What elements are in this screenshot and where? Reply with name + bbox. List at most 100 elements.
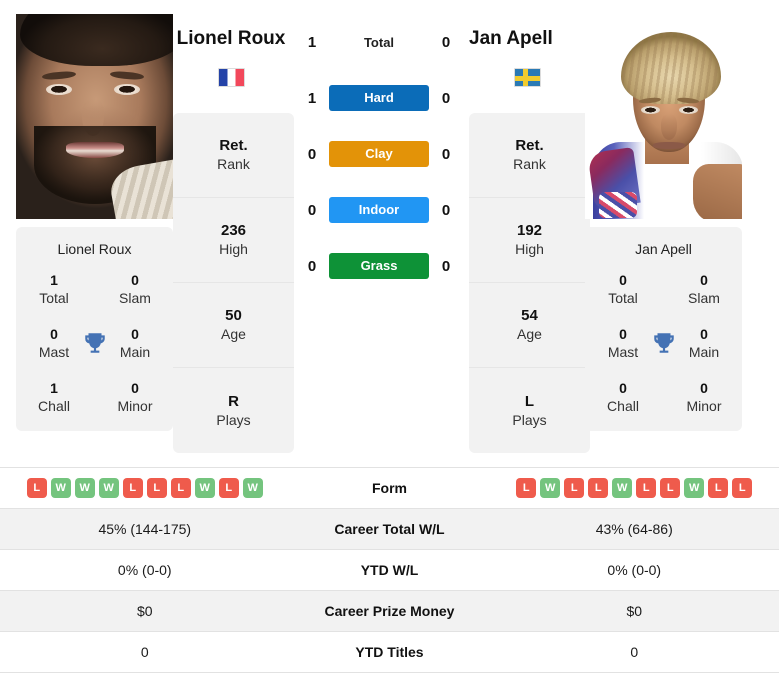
form-chip-l: L (660, 478, 681, 498)
titles-item: 0 Main (119, 326, 151, 360)
stat-row: 45% (144-175) Career Total W/L 43% (64-8… (0, 509, 779, 550)
surface-badge-grass[interactable]: Grass (329, 253, 429, 279)
h2h-label: Total (363, 34, 395, 50)
h2h-row-clay: 0 Clay 0 (289, 140, 469, 168)
flag-sweden-icon (513, 68, 541, 87)
left-player-photo-column: Lionel Roux 1 Total 0 Slam 0 Mast 0 Main… (16, 14, 173, 431)
surface-badge-indoor[interactable]: Indoor (329, 197, 429, 223)
right-titles-heading: Jan Apell (635, 241, 692, 257)
h2h-row-hard: 1 Hard 0 (289, 84, 469, 112)
form-chip-w: W (242, 478, 263, 498)
info-cell: L Plays (512, 392, 547, 428)
stat-row: 0% (0-0) YTD W/L 0% (0-0) (0, 550, 779, 591)
left-player-name[interactable]: Lionel Roux (173, 28, 289, 50)
left-stat-value: 45% (144-175) (98, 521, 192, 537)
stat-label: YTD W/L (360, 562, 419, 578)
left-stat-value: 0 (140, 644, 149, 660)
titles-item: 0 Mast (607, 326, 639, 360)
right-stat-value: 43% (64-86) (595, 521, 673, 537)
h2h-right-score: 0 (441, 145, 451, 163)
titles-item: 1 Total (39, 272, 69, 306)
right-player-photo-column: Jan Apell 0 Total 0 Slam 0 Mast 0 Main 0… (585, 14, 742, 431)
left-titles-card: Lionel Roux 1 Total 0 Slam 0 Mast 0 Main… (16, 227, 173, 431)
flag-france-icon (217, 68, 245, 87)
stat-label: Career Total W/L (334, 521, 445, 537)
right-info-column: Ret. Rank 192 High 54 Age L Plays (469, 87, 590, 453)
info-cell: Ret. Rank (173, 113, 294, 198)
info-cell: 192 High (469, 198, 590, 283)
h2h-row-indoor: 0 Indoor 0 (289, 196, 469, 224)
h2h-row-grass: 0 Grass 0 (289, 252, 469, 280)
titles-item: 0 Slam (688, 272, 720, 306)
h2h-left-score: 1 (307, 89, 317, 107)
left-stat-value: 0% (0-0) (117, 562, 172, 578)
titles-row: 0 Total 0 Slam (595, 271, 732, 307)
info-cell: 54 Age (469, 283, 590, 368)
titles-item: 0 Chall (607, 380, 639, 414)
titles-row: 1 Total 0 Slam (26, 271, 163, 307)
form-chip-w: W (50, 478, 71, 498)
info-cell: Ret. Rank (469, 113, 590, 198)
form-chip-w: W (540, 478, 561, 498)
left-player-header: Lionel Roux Ret. Rank 236 High 50 Age R … (173, 14, 294, 453)
right-player-header: Jan Apell Ret. Rank 192 High 54 Age L Pl… (469, 14, 590, 453)
stat-label: Career Prize Money (324, 603, 455, 619)
stat-label: YTD Titles (355, 644, 424, 660)
h2h-right-score: 0 (441, 201, 451, 219)
right-player-name[interactable]: Jan Apell (469, 28, 585, 50)
right-stat-value: 0% (0-0) (607, 562, 662, 578)
titles-item: 0 Total (608, 272, 638, 306)
info-cell: 236 High (173, 198, 294, 283)
stat-row: 0 YTD Titles 0 (0, 632, 779, 673)
comparison-header: Lionel Roux 1 Total 0 Slam 0 Mast 0 Main… (0, 0, 779, 453)
titles-item: 0 Minor (117, 380, 153, 414)
titles-item: 0 Slam (119, 272, 151, 306)
h2h-right-score: 0 (441, 33, 451, 51)
titles-item: 0 Mast (38, 326, 70, 360)
left-info-column: Ret. Rank 236 High 50 Age R Plays (173, 87, 294, 453)
form-chip-l: L (564, 478, 585, 498)
form-chip-l: L (516, 478, 537, 498)
h2h-left-score: 0 (307, 201, 317, 219)
h2h-right-score: 0 (441, 89, 451, 107)
right-stat-value: 0 (630, 644, 639, 660)
info-cell: 50 Age (173, 283, 294, 368)
h2h-right-score: 0 (441, 257, 451, 275)
titles-row: 1 Chall 0 Minor (26, 379, 163, 415)
stat-row-form: LWWWLLLWLW Form LWLLWLLWLL (0, 468, 779, 509)
right-info-card: Ret. Rank 192 High 54 Age L Plays (469, 113, 590, 453)
form-chip-l: L (122, 478, 143, 498)
h2h-row-total: 1 Total 0 (289, 28, 469, 56)
form-chip-l: L (26, 478, 47, 498)
right-titles-card: Jan Apell 0 Total 0 Slam 0 Mast 0 Main 0… (585, 227, 742, 431)
form-chip-l: L (146, 478, 167, 498)
h2h-left-score: 0 (307, 257, 317, 275)
form-chip-l: L (636, 478, 657, 498)
form-chip-w: W (74, 478, 95, 498)
surface-badge-hard[interactable]: Hard (329, 85, 429, 111)
left-info-card: Ret. Rank 236 High 50 Age R Plays (173, 113, 294, 453)
right-stat-value: $0 (626, 603, 643, 619)
form-chip-l: L (170, 478, 191, 498)
right-titles-column: Jan Apell 0 Total 0 Slam 0 Mast 0 Main 0… (585, 219, 742, 431)
trophy-icon (653, 333, 674, 353)
left-stat-value: $0 (136, 603, 153, 619)
surface-badge-clay[interactable]: Clay (329, 141, 429, 167)
titles-item: 0 Main (688, 326, 720, 360)
form-chip-l: L (588, 478, 609, 498)
titles-item: 0 Minor (686, 380, 722, 414)
form-chip-l: L (732, 478, 753, 498)
form-chip-l: L (218, 478, 239, 498)
stat-row: $0 Career Prize Money $0 (0, 591, 779, 632)
left-form-strip: LWWWLLLWLW (26, 478, 263, 498)
form-chip-w: W (194, 478, 215, 498)
head-to-head-column: 1 Total 0 1 Hard 0 0 Clay 0 0 Indoor 0 0 (289, 14, 469, 280)
stats-comparison-table: LWWWLLLWLW Form LWLLWLLWLL 45% (144-175)… (0, 467, 779, 673)
form-chip-l: L (708, 478, 729, 498)
left-titles-column: Lionel Roux 1 Total 0 Slam 0 Mast 0 Main… (16, 219, 173, 431)
info-cell: R Plays (216, 392, 251, 428)
right-form-strip: LWLLWLLWLL (516, 478, 753, 498)
form-chip-w: W (612, 478, 633, 498)
player-comparison-page: Lionel Roux 1 Total 0 Slam 0 Mast 0 Main… (0, 0, 779, 699)
trophy-icon (84, 333, 105, 353)
